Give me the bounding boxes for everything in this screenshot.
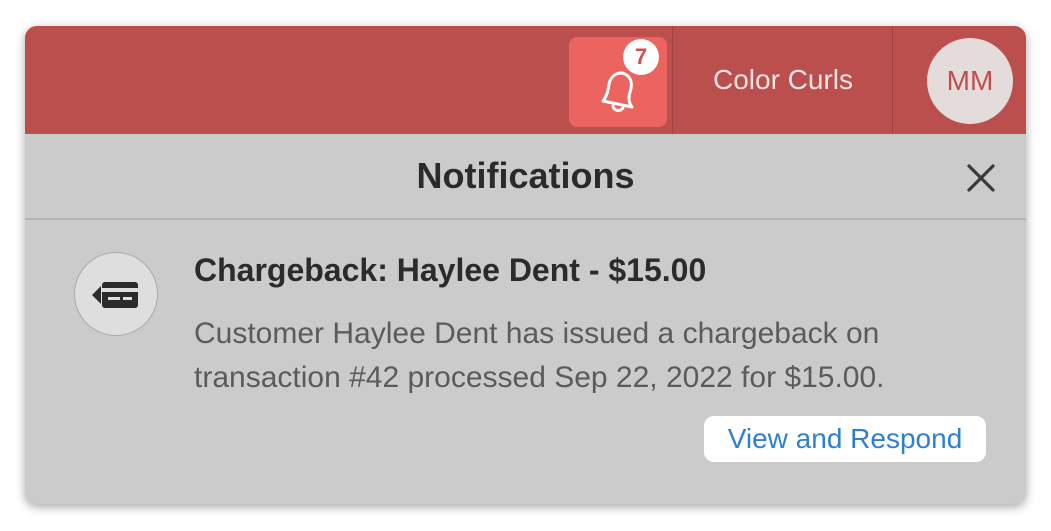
notifications-button[interactable]: 7 (569, 37, 667, 127)
notification-window: 7 Color Curls MM Notifications Chargebac… (25, 26, 1026, 504)
top-bar: 7 Color Curls MM (25, 26, 1026, 134)
notification-body: Customer Haylee Dent has issued a charge… (194, 317, 885, 394)
user-avatar[interactable]: MM (927, 38, 1013, 124)
credit-card-chargeback-icon (92, 282, 138, 308)
view-and-respond-button[interactable]: View and Respond (704, 416, 986, 462)
org-name[interactable]: Color Curls (673, 26, 893, 134)
notification-title: Chargeback: Haylee Dent - $15.00 (194, 252, 707, 288)
close-button[interactable] (963, 160, 999, 196)
notifications-header: Notifications (25, 134, 1026, 220)
panel-title: Notifications (416, 155, 635, 196)
close-icon (967, 164, 995, 192)
topbar-divider (892, 26, 893, 134)
chargeback-icon-circle (74, 252, 158, 336)
notification-count-badge: 7 (623, 39, 659, 75)
